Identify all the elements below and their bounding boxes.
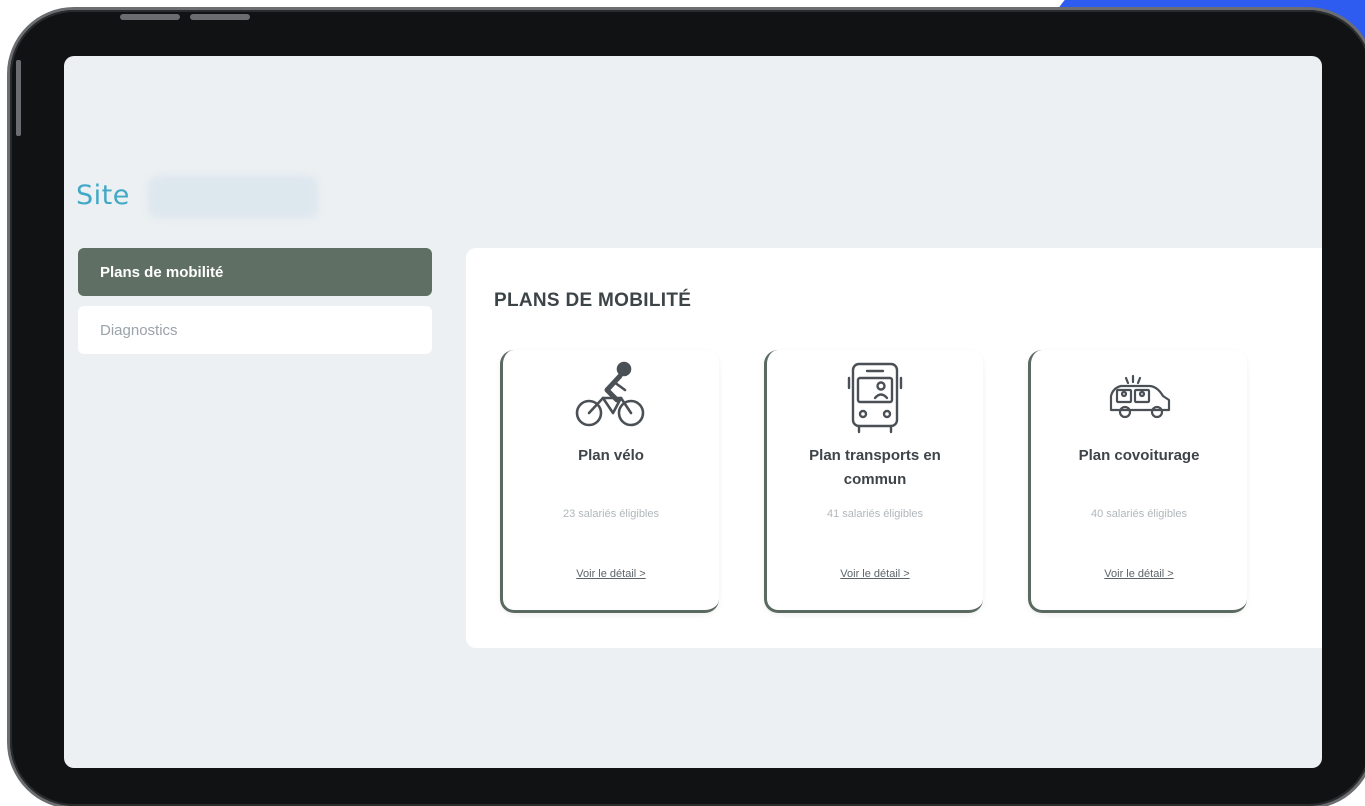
eligible-count: 40 salariés éligibles bbox=[1091, 508, 1187, 520]
plan-card-title: Plan vélo bbox=[578, 447, 644, 464]
volume-button bbox=[16, 60, 21, 136]
app-screen: Site Plans de mobilité Diagnostics PLANS… bbox=[64, 56, 1322, 768]
view-detail-link[interactable]: Voir le détail > bbox=[767, 568, 983, 580]
site-title: Site bbox=[76, 180, 130, 211]
mobility-plans-panel: PLANS DE MOBILITÉ Plan vélo 23 salariés … bbox=[466, 248, 1322, 648]
carpool-car-icon bbox=[1031, 358, 1247, 436]
plan-card-transports[interactable]: Plan transports en commun 41 salariés él… bbox=[764, 350, 983, 613]
top-button bbox=[120, 14, 180, 20]
plan-card-title: Plan covoiturage bbox=[1078, 447, 1200, 464]
view-detail-link[interactable]: Voir le détail > bbox=[503, 568, 719, 580]
eligible-count: 23 salariés éligibles bbox=[563, 508, 659, 520]
cyclist-icon bbox=[503, 358, 719, 436]
top-button bbox=[190, 14, 250, 20]
panel-title: PLANS DE MOBILITÉ bbox=[494, 290, 692, 311]
bus-icon bbox=[767, 358, 983, 436]
sidebar-item-diagnostics[interactable]: Diagnostics bbox=[78, 306, 432, 354]
plan-card-velo[interactable]: Plan vélo 23 salariés éligibles Voir le … bbox=[500, 350, 719, 613]
site-name-redacted bbox=[148, 176, 318, 218]
plan-card-title: Plan transports en commun bbox=[809, 447, 941, 488]
plan-card-covoiturage[interactable]: Plan covoiturage 40 salariés éligibles V… bbox=[1028, 350, 1247, 613]
sidebar-item-plans-de-mobilite[interactable]: Plans de mobilité bbox=[78, 248, 432, 296]
eligible-count: 41 salariés éligibles bbox=[827, 508, 923, 520]
sidebar-nav: Plans de mobilité Diagnostics bbox=[78, 248, 432, 364]
view-detail-link[interactable]: Voir le détail > bbox=[1031, 568, 1247, 580]
